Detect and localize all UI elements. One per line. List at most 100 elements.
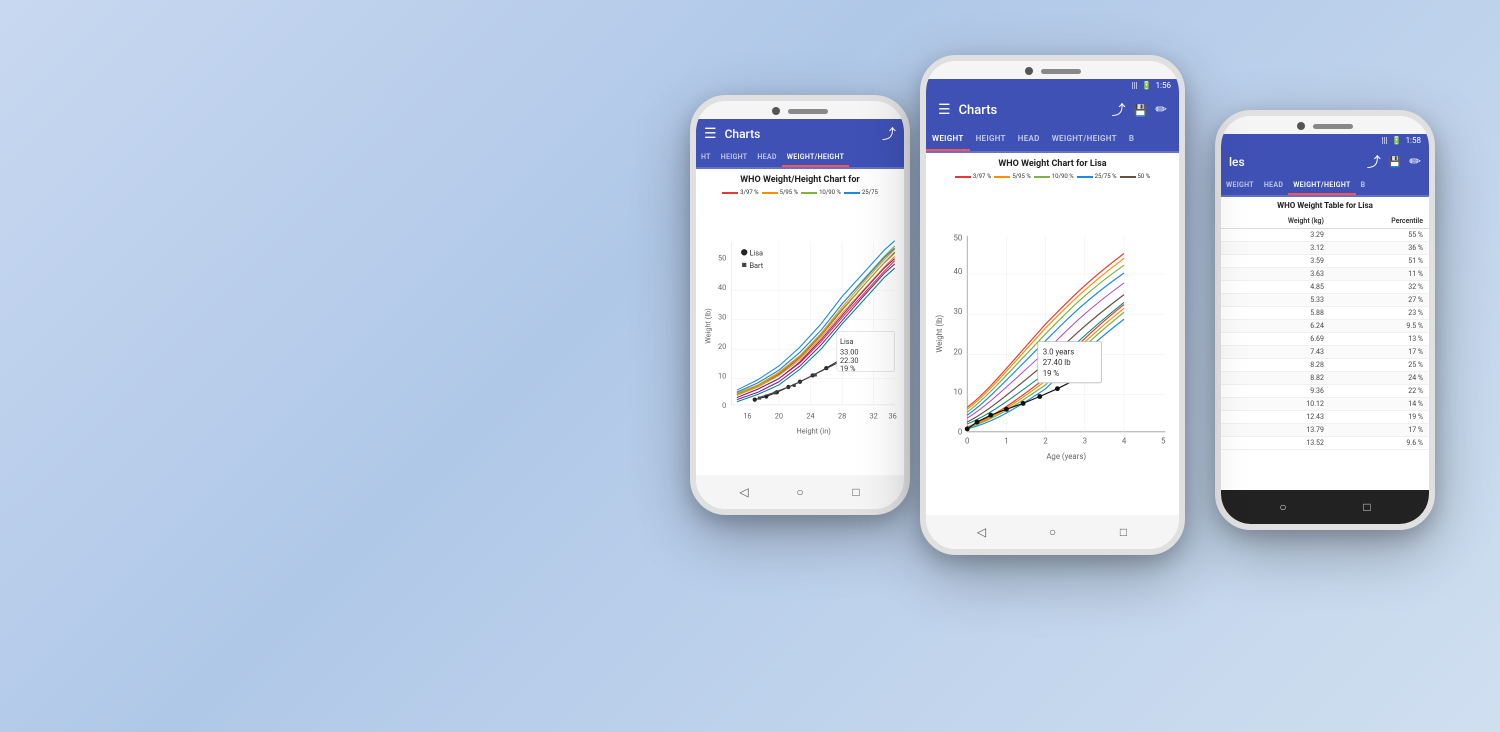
status-bar-3: ||| 🔋 1:58 [1221,134,1429,147]
svg-text:10: 10 [718,372,726,381]
legend-item-2: 5/95 % [762,189,798,196]
speaker-1 [788,109,828,114]
chart-content-1: WHO Weight/Height Chart for 3/97 % 5/95 … [696,169,904,475]
tab-ht[interactable]: HT [696,149,716,167]
svg-text:24: 24 [806,412,814,421]
svg-text:16: 16 [743,412,751,421]
tab-head-3[interactable]: HEAD [1259,177,1288,195]
table-cell: 6.69 [1221,333,1330,346]
table-row: 4.8532 % [1221,281,1429,294]
hamburger-icon-2[interactable] [938,102,951,118]
svg-text:Age (years): Age (years) [1046,452,1086,461]
table-cell: 10.12 [1221,398,1330,411]
back-btn-2[interactable] [973,523,991,541]
app-icons-3: 💾 [1367,152,1421,172]
tab-wh-3[interactable]: WEIGHT/HEIGHT [1288,177,1355,195]
edit-icon-3[interactable] [1409,154,1421,170]
table-row: 8.8224 % [1221,372,1429,385]
tab-weightheight[interactable]: WEIGHT/HEIGHT [782,149,849,167]
table-row: 6.249.5 % [1221,320,1429,333]
camera-2 [1025,67,1033,75]
col-percentile: Percentile [1330,214,1429,229]
tab-wh-2[interactable]: WEIGHT/HEIGHT [1046,128,1123,151]
table-row: 5.8823 % [1221,307,1429,320]
svg-text:1: 1 [1004,437,1008,446]
chart-svg-1: 0 10 20 30 40 50 16 20 24 28 32 36 [700,202,900,471]
lc-3-3 [1034,176,1050,178]
tab-weight-3[interactable]: WEIGHT [1221,177,1259,195]
svg-text:Lisa: Lisa [840,337,854,346]
legend-3-3: 10/90 % [1034,173,1074,180]
ll-3-3: 10/90 % [1052,173,1074,180]
table-row: 10.1214 % [1221,398,1429,411]
table-cell: 55 % [1330,229,1429,242]
table-cell: 4.85 [1221,281,1330,294]
home-btn-1[interactable] [791,483,809,501]
edit-icon-2[interactable] [1155,102,1167,118]
chart-title-2: WHO Weight Chart for Lisa [926,153,1179,171]
chart-area-1: 0 10 20 30 40 50 16 20 24 28 32 36 [696,198,904,475]
table-row: 6.6913 % [1221,333,1429,346]
table-row: 3.2955 % [1221,229,1429,242]
table-cell: 17 % [1330,346,1429,359]
svg-text:5: 5 [1161,437,1166,446]
share-icon-1[interactable] [882,124,896,144]
app-bar-1: Charts [696,119,904,149]
chart-legend-2: 3/97 % 5/95 % 10/90 % 25/75 % 50 % [926,171,1179,182]
chart-title-1: WHO Weight/Height Chart for [696,169,904,187]
lc-3-1 [955,176,971,178]
tab-b-3[interactable]: B [1356,177,1371,195]
svg-text:30: 30 [954,307,963,316]
legend-item-3: 10/90 % [801,189,841,196]
tab-height-2[interactable]: HEIGHT [970,128,1012,151]
table-row: 13.7917 % [1221,424,1429,437]
table-cell: 9.5 % [1330,320,1429,333]
share-icon-2[interactable] [1112,100,1126,120]
svg-text:10: 10 [954,388,963,397]
svg-text:28: 28 [838,412,846,421]
svg-text:50: 50 [718,254,726,263]
save-icon-2[interactable]: 💾 [1134,104,1148,117]
phone-bottom-3: ○ □ [1221,490,1429,524]
svg-text:Weight (lb): Weight (lb) [704,308,713,344]
legend-item-4: 25/75 [844,189,878,196]
status-battery: 🔋 [1142,81,1152,90]
svg-text:3: 3 [1083,437,1087,446]
tab-head-2[interactable]: HEAD [1012,128,1046,151]
phone-center: ||| 🔋 1:56 Charts 💾 WEIGHT HEIGHT HEAD W… [920,55,1185,555]
status-battery-3: 🔋 [1392,136,1402,145]
save-icon-3[interactable]: 💾 [1389,157,1401,168]
table-cell: 17 % [1330,424,1429,437]
share-icon-3[interactable] [1367,152,1381,172]
tab-bar-3: WEIGHT HEAD WEIGHT/HEIGHT B [1221,177,1429,197]
chart-area-2: 0 10 20 30 40 50 0 1 2 3 4 5 [926,182,1179,515]
table-cell: 11 % [1330,268,1429,281]
back-btn-3[interactable]: ○ [1274,498,1292,516]
tab-bar-2: WEIGHT HEIGHT HEAD WEIGHT/HEIGHT B [926,128,1179,153]
table-cell: 25 % [1330,359,1429,372]
home-btn-3[interactable]: □ [1358,498,1376,516]
table-cell: 19 % [1330,411,1429,424]
legend-label-1: 3/97 % [740,189,758,196]
table-cell: 13 % [1330,333,1429,346]
back-btn-1[interactable] [735,483,753,501]
svg-text:50: 50 [954,234,963,243]
table-row: 13.529.6 % [1221,437,1429,450]
svg-text:27.40 lb: 27.40 lb [1043,358,1072,367]
table-row: 3.1236 % [1221,242,1429,255]
recent-btn-2[interactable] [1115,523,1133,541]
tab-head[interactable]: HEAD [752,149,781,167]
recent-btn-1[interactable] [847,483,865,501]
svg-text:2: 2 [1043,437,1048,446]
ll-3-2: 5/95 % [1012,173,1030,180]
tab-height[interactable]: HEIGHT [716,149,753,167]
table-cell: 23 % [1330,307,1429,320]
table-row: 9.3622 % [1221,385,1429,398]
table-cell: 8.28 [1221,359,1330,372]
app-icons-2: 💾 [1112,100,1167,120]
tab-weight-2[interactable]: WEIGHT [926,128,970,151]
hamburger-icon[interactable] [704,126,717,142]
home-btn-2[interactable] [1044,523,1062,541]
tab-b-2[interactable]: B [1123,128,1140,151]
tab-bar-1: HT HEIGHT HEAD WEIGHT/HEIGHT [696,149,904,169]
